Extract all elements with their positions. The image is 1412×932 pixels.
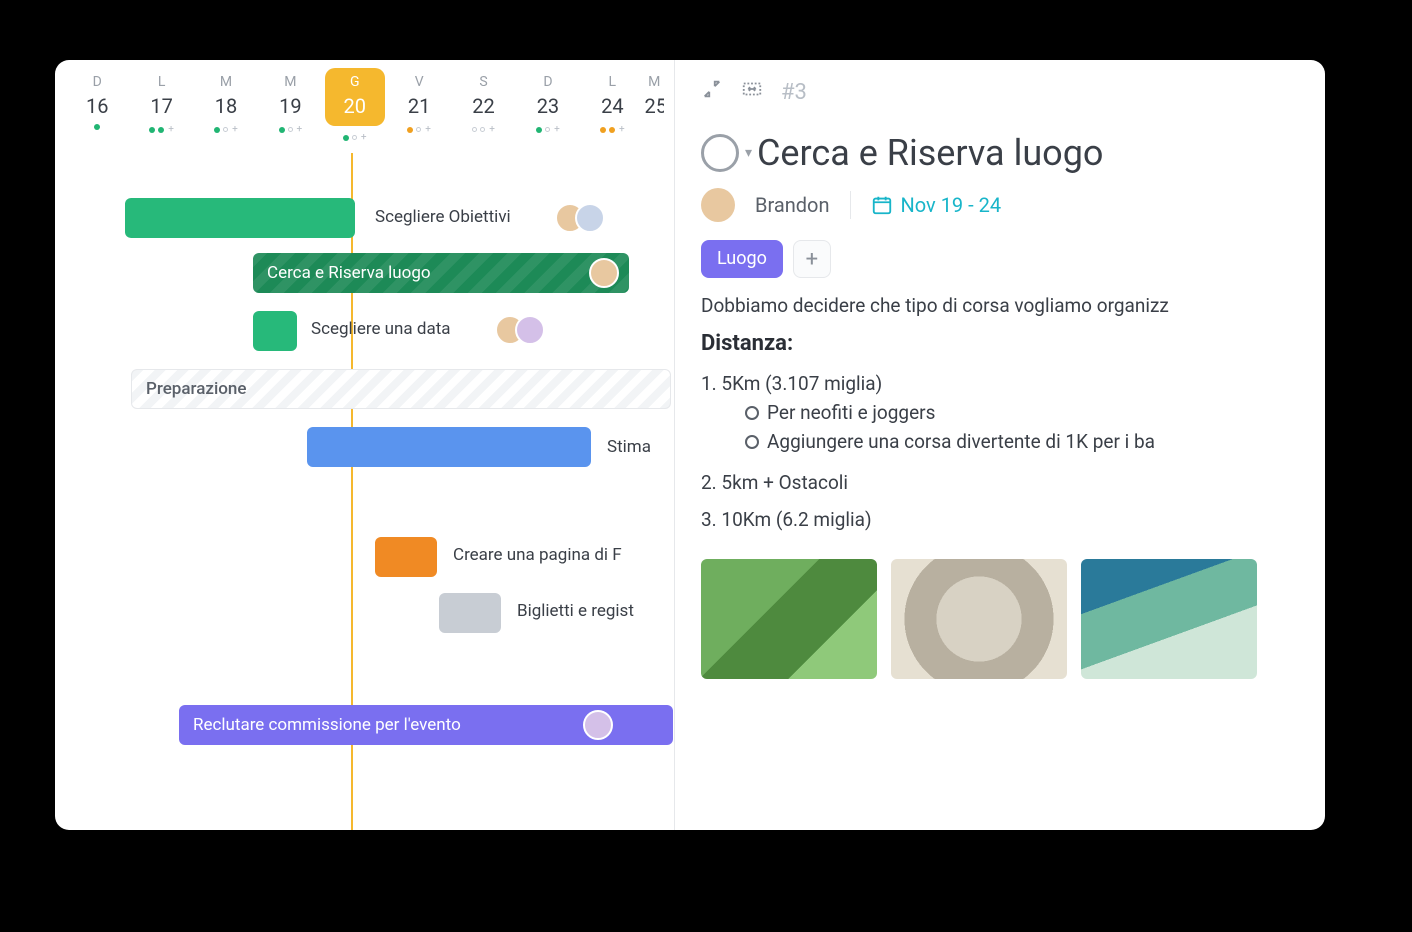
app-card: D 16 L 17 + M 18 + M 19 + G <box>55 60 1325 830</box>
detail-toolbar: #3 <box>675 78 1325 106</box>
list-subitem[interactable]: Aggiungere una corsa divertente di 1K pe… <box>745 430 1299 453</box>
day-24[interactable]: L 24 + <box>580 74 644 143</box>
attachment-thumb[interactable] <box>701 559 877 679</box>
task-label: Scegliere una data <box>311 319 451 339</box>
day-number: 19 <box>258 94 322 118</box>
day-number: 25 <box>645 94 665 118</box>
day-number: 18 <box>194 94 258 118</box>
timeline-pane: D 16 L 17 + M 18 + M 19 + G <box>55 60 675 830</box>
section-label: Preparazione <box>146 379 247 399</box>
meta-row: Brandon Nov 19 - 24 <box>675 188 1325 236</box>
day-number: 22 <box>451 94 515 118</box>
distance-list: 1. 5Km (3.107 miglia) Per neofiti e jogg… <box>675 372 1325 531</box>
list-subitem-text: Aggiungere una corsa divertente di 1K pe… <box>767 430 1155 453</box>
task-label: Scegliere Obiettivi <box>375 207 511 227</box>
attachments-row <box>675 537 1325 701</box>
task-id: #3 <box>781 80 807 105</box>
day-of-week: M <box>645 74 665 90</box>
list-item[interactable]: 3. 10Km (6.2 miglia) <box>701 508 1299 531</box>
day-of-week: M <box>258 74 322 90</box>
day-of-week: D <box>65 74 129 90</box>
day-of-week: D <box>516 74 580 90</box>
calendar-header: D 16 L 17 + M 18 + M 19 + G <box>55 60 674 153</box>
day-25[interactable]: M 25 <box>645 74 665 143</box>
tag-luogo[interactable]: Luogo <box>701 240 783 278</box>
avatar[interactable] <box>583 710 613 740</box>
day-number: 24 <box>580 94 644 118</box>
day-number: 17 <box>129 94 193 118</box>
title-row: Cerca e Riserva luogo <box>675 106 1325 188</box>
avatar[interactable] <box>515 315 545 345</box>
task-label: Reclutare commissione per l'evento <box>193 715 461 735</box>
day-18[interactable]: M 18 + <box>194 74 258 143</box>
day-number: 21 <box>387 94 451 118</box>
list-subitem-text: Per neofiti e joggers <box>767 401 935 424</box>
avatar[interactable] <box>589 258 619 288</box>
task-bar-riserva-luogo[interactable]: Cerca e Riserva luogo <box>253 253 629 293</box>
day-number: 20 <box>329 94 381 118</box>
task-bar-biglietti[interactable] <box>439 593 501 633</box>
assignee-name[interactable]: Brandon <box>755 193 830 217</box>
day-21[interactable]: V 21 + <box>387 74 451 143</box>
task-label: Biglietti e regist <box>517 601 634 621</box>
divider <box>850 191 851 219</box>
bullet-icon <box>745 406 759 420</box>
section-preparazione[interactable]: Preparazione <box>131 369 671 409</box>
day-of-week: G <box>329 74 381 90</box>
calendar-icon <box>871 194 893 216</box>
tags-row: Luogo + <box>675 236 1325 294</box>
day-16[interactable]: D 16 <box>65 74 129 143</box>
task-label: Cerca e Riserva luogo <box>267 263 431 283</box>
timeline-body: Scegliere Obiettivi Cerca e Riserva luog… <box>55 153 674 830</box>
section-heading: Distanza: <box>675 331 1325 366</box>
date-range-chip[interactable]: Nov 19 - 24 <box>871 193 1002 217</box>
detail-pane: #3 Cerca e Riserva luogo Brandon Nov 19 … <box>675 60 1325 830</box>
date-range-text: Nov 19 - 24 <box>901 193 1002 217</box>
day-number: 23 <box>516 94 580 118</box>
task-bar-data[interactable] <box>253 311 297 351</box>
assignee-avatar[interactable] <box>701 188 735 222</box>
task-bar-facebook[interactable] <box>375 537 437 577</box>
expand-width-icon[interactable] <box>741 78 763 106</box>
add-tag-button[interactable]: + <box>793 240 831 278</box>
task-label: Creare una pagina di F <box>453 545 622 565</box>
description[interactable]: Dobbiamo decidere che tipo di corsa vogl… <box>675 294 1325 331</box>
day-of-week: L <box>129 74 193 90</box>
collapse-icon[interactable] <box>701 78 723 106</box>
task-label: Stima <box>607 437 651 457</box>
day-of-week: V <box>387 74 451 90</box>
day-number: 16 <box>65 94 129 118</box>
attachment-thumb[interactable] <box>891 559 1067 679</box>
day-23[interactable]: D 23 + <box>516 74 580 143</box>
avatar[interactable] <box>575 203 605 233</box>
task-bar-obiettivi[interactable] <box>125 198 355 238</box>
task-title[interactable]: Cerca e Riserva luogo <box>757 132 1103 174</box>
day-22[interactable]: S 22 + <box>451 74 515 143</box>
list-item[interactable]: 1. 5Km (3.107 miglia) <box>701 372 1299 395</box>
task-bar-stima[interactable] <box>307 427 591 467</box>
status-toggle[interactable] <box>701 134 739 172</box>
day-of-week: M <box>194 74 258 90</box>
day-of-week: L <box>580 74 644 90</box>
list-subitem[interactable]: Per neofiti e joggers <box>745 401 1299 424</box>
day-17[interactable]: L 17 + <box>129 74 193 143</box>
day-19[interactable]: M 19 + <box>258 74 322 143</box>
list-item[interactable]: 2. 5km + Ostacoli <box>701 471 1299 494</box>
task-bar-commissione[interactable]: Reclutare commissione per l'evento <box>179 705 673 745</box>
bullet-icon <box>745 435 759 449</box>
attachment-thumb[interactable] <box>1081 559 1257 679</box>
day-20-selected[interactable]: G 20 + <box>323 74 387 143</box>
day-of-week: S <box>451 74 515 90</box>
